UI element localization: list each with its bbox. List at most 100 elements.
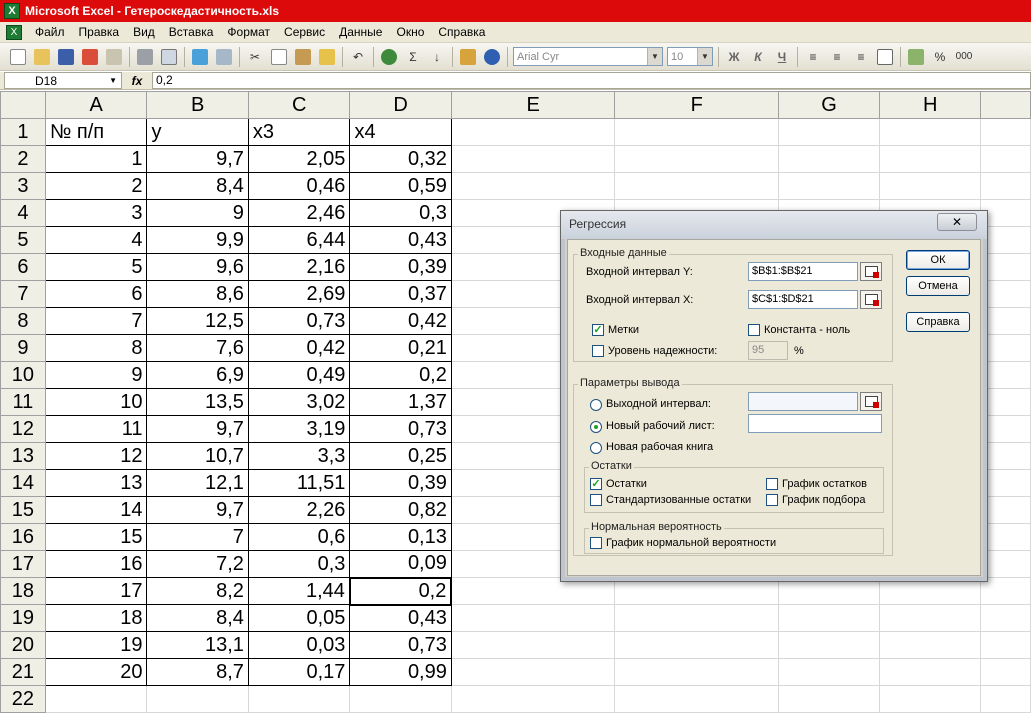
dialog-title-bar[interactable]: Регрессия — [561, 211, 987, 239]
save-icon[interactable] — [55, 46, 77, 68]
empty-cell[interactable] — [450, 604, 616, 632]
empty-cell[interactable] — [777, 658, 881, 686]
data-cell[interactable]: 12,1 — [146, 469, 249, 497]
email-icon[interactable] — [103, 46, 125, 68]
menu-format[interactable]: Формат — [220, 23, 277, 42]
spelling-icon[interactable] — [189, 46, 211, 68]
data-cell[interactable]: 3 — [44, 199, 148, 227]
row-header[interactable]: 10 — [0, 361, 46, 389]
column-header-i[interactable] — [980, 91, 1031, 119]
data-cell[interactable]: 0,13 — [349, 523, 452, 551]
data-cell[interactable]: 0,05 — [247, 604, 351, 632]
y-range-collapse-button[interactable] — [860, 262, 882, 281]
empty-cell[interactable] — [777, 118, 881, 146]
column-header-h[interactable]: H — [879, 91, 982, 119]
data-cell[interactable]: 12,5 — [146, 307, 249, 335]
data-cell[interactable]: 1,44 — [247, 577, 351, 605]
row-header[interactable]: 4 — [0, 199, 46, 227]
data-cell[interactable]: 9 — [146, 199, 249, 227]
chart-wizard-icon[interactable] — [457, 46, 479, 68]
data-cell[interactable]: 0,73 — [349, 631, 452, 659]
empty-cell[interactable] — [450, 118, 616, 146]
row-header[interactable]: 16 — [0, 523, 46, 551]
data-cell[interactable]: 8,6 — [146, 280, 249, 308]
paste-icon[interactable] — [292, 46, 314, 68]
empty-cell[interactable] — [980, 307, 1031, 335]
empty-cell[interactable] — [980, 199, 1031, 227]
empty-cell[interactable] — [777, 172, 881, 200]
data-cell[interactable]: x4 — [349, 118, 452, 146]
menu-file[interactable]: Файл — [28, 23, 72, 42]
menu-data[interactable]: Данные — [332, 23, 389, 42]
y-range-input[interactable]: $B$1:$B$21 — [748, 262, 858, 281]
data-cell[interactable]: 13,5 — [146, 388, 249, 416]
residuals-checkbox[interactable]: ✓ — [590, 478, 602, 490]
output-range-radio[interactable] — [590, 399, 602, 411]
data-cell[interactable]: 0,25 — [349, 442, 452, 470]
empty-cell[interactable] — [614, 118, 779, 146]
data-cell[interactable]: 2,69 — [247, 280, 351, 308]
x-range-collapse-button[interactable] — [860, 290, 882, 309]
row-header[interactable]: 15 — [0, 496, 46, 524]
empty-cell[interactable] — [980, 496, 1031, 524]
residual-plot-checkbox[interactable] — [766, 478, 778, 490]
row-header[interactable]: 13 — [0, 442, 46, 470]
data-cell[interactable]: 1,37 — [349, 388, 452, 416]
data-cell[interactable]: 7 — [146, 523, 249, 551]
align-left-icon[interactable]: ≡ — [802, 46, 824, 68]
merge-center-icon[interactable] — [874, 46, 896, 68]
confidence-checkbox[interactable] — [592, 345, 604, 357]
data-cell[interactable]: 1 — [44, 145, 148, 173]
data-cell[interactable]: 9,7 — [146, 145, 249, 173]
row-header[interactable]: 8 — [0, 307, 46, 335]
data-cell[interactable]: 7,6 — [146, 334, 249, 362]
workbook-icon[interactable]: X — [6, 24, 22, 40]
empty-cell[interactable] — [614, 658, 779, 686]
chevron-down-icon[interactable]: ▼ — [109, 73, 117, 89]
help-button[interactable]: Справка — [906, 312, 970, 332]
empty-cell[interactable] — [980, 523, 1031, 551]
empty-cell[interactable] — [980, 226, 1031, 254]
empty-cell[interactable] — [450, 658, 616, 686]
name-box[interactable]: D18 ▼ — [4, 72, 122, 89]
column-header-a[interactable]: A — [44, 91, 148, 119]
new-file-icon[interactable] — [7, 46, 29, 68]
empty-cell[interactable] — [980, 388, 1031, 416]
menu-window[interactable]: Окно — [389, 23, 431, 42]
research-icon[interactable] — [213, 46, 235, 68]
data-cell[interactable]: 0,42 — [247, 334, 351, 362]
constant-zero-checkbox[interactable] — [748, 324, 760, 336]
data-cell[interactable]: 0,39 — [349, 469, 452, 497]
data-cell[interactable]: 9,7 — [146, 496, 249, 524]
data-cell[interactable]: 0,2 — [349, 361, 452, 389]
data-cell[interactable]: 8,2 — [146, 577, 249, 605]
fit-plot-checkbox[interactable] — [766, 494, 778, 506]
thousands-button[interactable]: 000 — [953, 46, 975, 68]
data-cell[interactable]: 8,7 — [146, 658, 249, 686]
empty-cell[interactable] — [879, 172, 982, 200]
data-cell[interactable]: 0,43 — [349, 226, 452, 254]
data-cell[interactable]: 0,3 — [349, 199, 452, 227]
align-center-icon[interactable]: ≡ — [826, 46, 848, 68]
empty-cell[interactable] — [879, 685, 982, 713]
data-cell[interactable]: 0,59 — [349, 172, 452, 200]
empty-cell[interactable] — [980, 550, 1031, 578]
data-cell[interactable]: 0,82 — [349, 496, 452, 524]
empty-cell[interactable] — [980, 631, 1031, 659]
data-cell[interactable]: 11,51 — [247, 469, 351, 497]
row-header[interactable]: 11 — [0, 388, 46, 416]
data-cell[interactable]: 5 — [44, 253, 148, 281]
font-name-select[interactable]: Arial Cyr ▼ — [513, 47, 663, 66]
data-cell[interactable]: 2,16 — [247, 253, 351, 281]
row-header[interactable]: 5 — [0, 226, 46, 254]
empty-cell[interactable] — [980, 145, 1031, 173]
data-cell[interactable]: 13,1 — [146, 631, 249, 659]
empty-cell[interactable] — [349, 685, 452, 713]
data-cell[interactable]: 18 — [44, 604, 148, 632]
empty-cell[interactable] — [879, 658, 982, 686]
data-cell[interactable]: 11 — [44, 415, 148, 443]
row-header[interactable]: 22 — [0, 685, 46, 713]
data-cell[interactable]: 10,7 — [146, 442, 249, 470]
row-header[interactable]: 3 — [0, 172, 46, 200]
data-cell[interactable]: 2,46 — [247, 199, 351, 227]
